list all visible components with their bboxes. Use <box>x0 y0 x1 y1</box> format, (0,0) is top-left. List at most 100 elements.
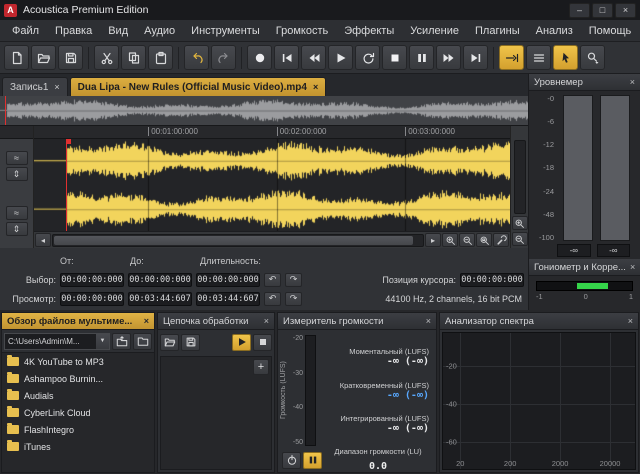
play-button[interactable] <box>328 45 353 70</box>
loop-button[interactable] <box>355 45 380 70</box>
chain-play-button[interactable] <box>232 334 251 351</box>
menu-item[interactable]: Усиление <box>402 22 467 40</box>
file-list-item[interactable]: FlashIntegro <box>2 421 154 438</box>
zoom-selection-button[interactable] <box>476 233 492 247</box>
cut-button[interactable] <box>94 45 119 70</box>
stop-button[interactable] <box>382 45 407 70</box>
loudness-scale-label: -30 <box>293 370 303 377</box>
chain-list[interactable]: + <box>160 356 272 470</box>
menu-item[interactable]: Плагины <box>467 22 528 40</box>
scrub-button[interactable] <box>499 45 524 70</box>
loudness-row-value: -∞ (-∞) <box>340 390 429 401</box>
view-length-field[interactable]: 00:03:44:607 <box>196 292 260 306</box>
menu-item[interactable]: Аудио <box>136 22 183 40</box>
vertical-scrollbar[interactable] <box>514 140 526 214</box>
waveform-overview[interactable] <box>0 96 528 126</box>
playhead-cursor <box>66 139 67 231</box>
browse-folder-button[interactable] <box>133 333 152 350</box>
maximize-button[interactable]: □ <box>592 3 613 18</box>
rewind-button[interactable] <box>301 45 326 70</box>
wave-settings-wrench-button[interactable] <box>493 233 509 247</box>
vertical-zoom-out-button[interactable] <box>512 232 528 246</box>
menu-item[interactable]: Правка <box>47 22 100 40</box>
power-button[interactable] <box>282 452 301 469</box>
selection-to-field[interactable]: 00:00:00:000 <box>128 273 192 287</box>
channel-2-zoom-button[interactable]: ⇕ <box>6 222 28 236</box>
chain-open-button[interactable] <box>160 334 179 351</box>
path-value: C:\Users\Admin\M... <box>8 337 80 346</box>
pause-measure-button[interactable] <box>303 452 322 469</box>
selection-redo-button[interactable]: ↷ <box>285 273 302 287</box>
menu-item[interactable]: Инструменты <box>183 22 268 40</box>
record-button[interactable] <box>247 45 272 70</box>
channel-1-zoom-button[interactable]: ⇕ <box>6 167 28 181</box>
file-list-item[interactable]: Audials <box>2 387 154 404</box>
minimize-button[interactable]: – <box>569 3 590 18</box>
channel-1-wave-button[interactable]: ≈ <box>6 151 28 165</box>
goniometer-close-icon[interactable]: × <box>626 262 635 272</box>
selection-from-field[interactable]: 00:00:00:000 <box>60 273 124 287</box>
copy-button[interactable] <box>121 45 146 70</box>
pause-button[interactable] <box>409 45 434 70</box>
file-browser-close-icon[interactable]: × <box>140 316 149 326</box>
close-button[interactable]: × <box>615 3 636 18</box>
undo-button[interactable] <box>184 45 209 70</box>
waveform-display[interactable] <box>34 139 510 231</box>
selection-length-field[interactable]: 00:00:00:000 <box>196 273 260 287</box>
file-list-item[interactable]: iTunes <box>2 438 154 455</box>
scrollbar-thumb[interactable] <box>54 236 413 245</box>
view-redo-button[interactable]: ↷ <box>285 292 302 306</box>
level-scale-label: -48 <box>543 210 554 219</box>
fast-forward-button[interactable] <box>436 45 461 70</box>
horizontal-scrollbar[interactable] <box>52 234 424 247</box>
menu-item[interactable]: Эффекты <box>336 22 402 40</box>
cursor-position-field[interactable]: 00:00:00:000 <box>460 273 524 287</box>
tab-close-icon[interactable]: × <box>54 82 59 92</box>
combo-dropdown-icon[interactable]: ▼ <box>96 334 109 349</box>
skip-start-button[interactable] <box>274 45 299 70</box>
loudness-close-icon[interactable]: × <box>422 316 431 326</box>
vertical-zoom-in-button[interactable] <box>512 216 528 230</box>
menu-item[interactable]: Анализ <box>528 22 581 40</box>
skip-end-button[interactable] <box>463 45 488 70</box>
add-effect-button[interactable]: + <box>253 359 269 375</box>
file-list-item[interactable]: CyberLink Cloud <box>2 404 154 421</box>
selection-cursor-button[interactable] <box>553 45 578 70</box>
document-tab[interactable]: Запись1× <box>2 77 68 96</box>
channel-2-wave-button[interactable]: ≈ <box>6 206 28 220</box>
document-tab[interactable]: Dua Lipa - New Rules (Official Music Vid… <box>70 77 327 96</box>
chain-close-icon[interactable]: × <box>260 316 269 326</box>
new-file-button[interactable] <box>4 45 29 70</box>
scroll-left-button[interactable]: ◂ <box>35 233 51 247</box>
file-list-item[interactable]: 4K YouTube to MP3 <box>2 353 154 370</box>
open-folder-button[interactable] <box>31 45 56 70</box>
save-button[interactable] <box>58 45 83 70</box>
menu-item[interactable]: Вид <box>100 22 136 40</box>
track-list-button[interactable] <box>526 45 551 70</box>
level-meter-scale: -0-6-12-18-24-48-100 <box>531 94 557 242</box>
tab-close-icon[interactable]: × <box>313 82 318 92</box>
path-combobox[interactable]: C:\Users\Admin\M... ▼ <box>4 333 110 350</box>
redo-button[interactable] <box>211 45 236 70</box>
toolbar-separator <box>493 47 494 69</box>
menu-item[interactable]: Файл <box>4 22 47 40</box>
zoom-out-button[interactable] <box>459 233 475 247</box>
folder-up-button[interactable] <box>112 333 131 350</box>
paste-button[interactable] <box>148 45 173 70</box>
scroll-right-button[interactable]: ▸ <box>425 233 441 247</box>
level-meter-close-icon[interactable]: × <box>626 77 635 87</box>
spectrum-close-icon[interactable]: × <box>624 316 633 326</box>
menu-item[interactable]: Помощь <box>581 22 640 40</box>
file-list-item[interactable]: Ashampoo Burnin... <box>2 370 154 387</box>
zoom-in-button[interactable] <box>442 233 458 247</box>
view-from-field[interactable]: 00:00:00:000 <box>60 292 124 306</box>
chain-stop-button[interactable] <box>253 334 272 351</box>
selection-undo-button[interactable]: ↶ <box>264 273 281 287</box>
timeline-ruler[interactable]: 00:01:00:00000:02:00:00000:03:00:000 <box>34 126 510 139</box>
menu-item[interactable]: Громкость <box>268 22 336 40</box>
chain-save-button[interactable] <box>181 334 200 351</box>
zoom-menu-button[interactable] <box>580 45 605 70</box>
view-undo-button[interactable]: ↶ <box>264 292 281 306</box>
view-to-field[interactable]: 00:03:44:607 <box>128 292 192 306</box>
file-browser-toolbar: C:\Users\Admin\M... ▼ <box>2 330 154 352</box>
